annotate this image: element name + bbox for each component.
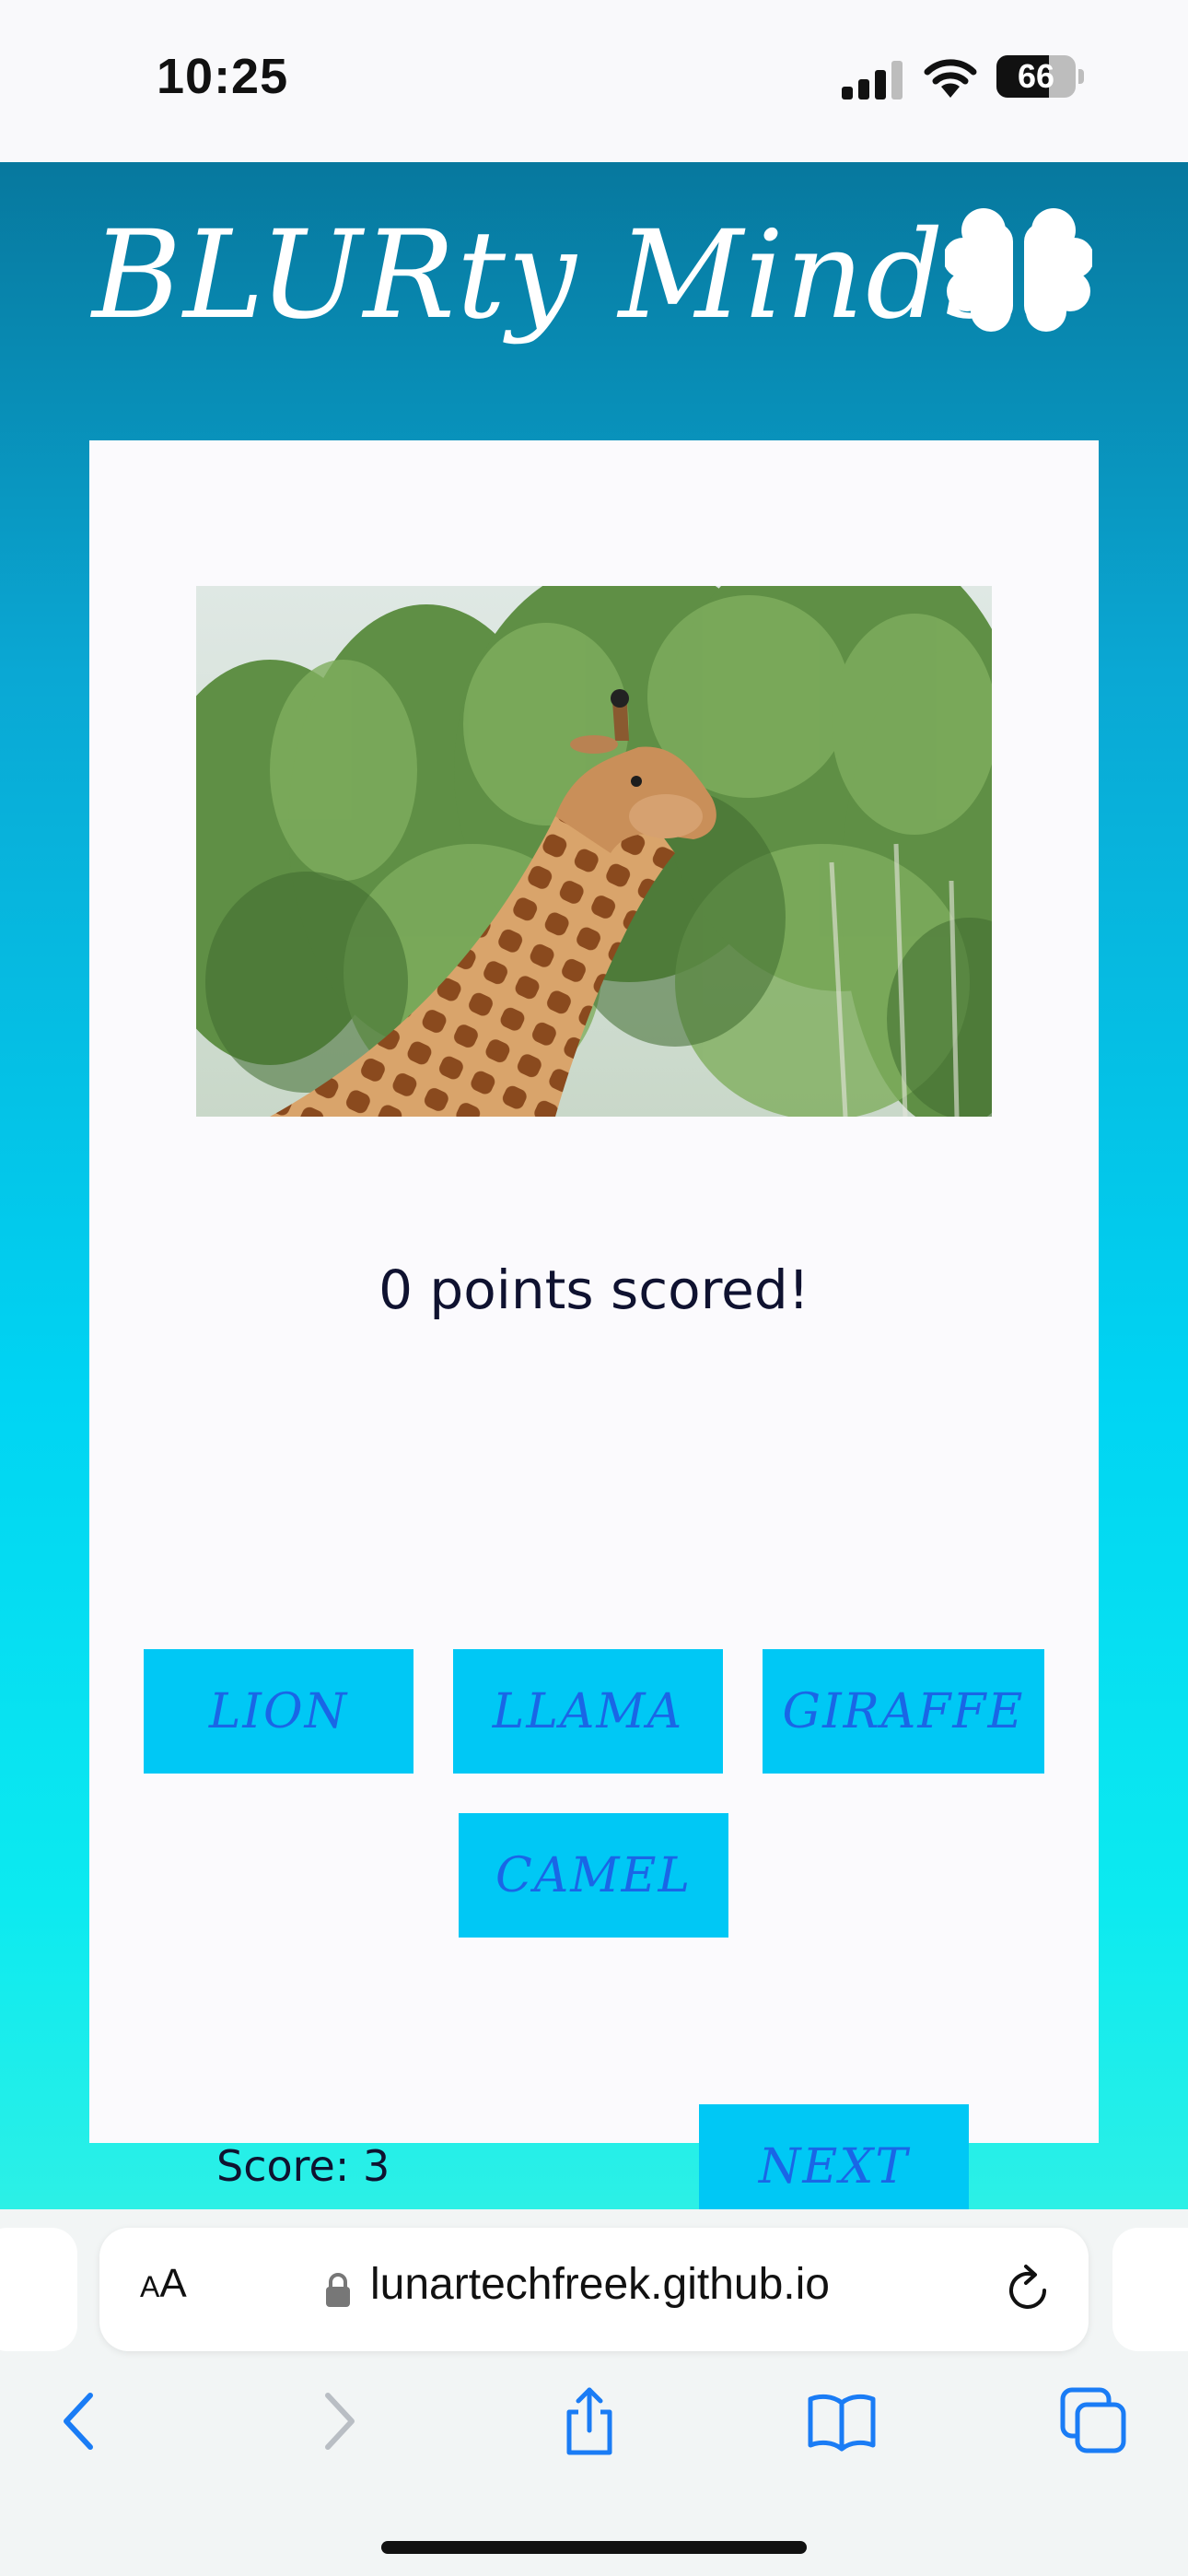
app-background: BLURty Minds 0 points scored! LION LLAMA…: [0, 162, 1188, 2229]
tabs-icon[interactable]: [1057, 2384, 1131, 2458]
reload-icon[interactable]: [1002, 2263, 1054, 2316]
url-text: lunartechfreek.github.io: [370, 2260, 830, 2309]
status-bar: 10:25 66: [0, 0, 1188, 162]
share-icon[interactable]: [553, 2384, 626, 2458]
answer-button-lion[interactable]: LION: [144, 1649, 413, 1774]
text-size-button[interactable]: AA: [140, 2261, 187, 2307]
app-title: BLURty Minds: [92, 205, 1010, 346]
brain-icon: [945, 208, 1092, 332]
answer-button-giraffe[interactable]: GIRAFFE: [763, 1649, 1044, 1774]
lock-icon: [326, 2273, 350, 2307]
answer-button-camel[interactable]: CAMEL: [459, 1813, 728, 1938]
quiz-card: 0 points scored! LION LLAMA GIRAFFE CAME…: [89, 440, 1099, 2229]
bookmarks-icon[interactable]: [805, 2384, 879, 2458]
quiz-image: [196, 586, 992, 1117]
forward-icon[interactable]: [300, 2384, 374, 2458]
giraffe-photo: [196, 586, 992, 1117]
score-message: 0 points scored!: [379, 1259, 809, 1321]
score-counter: Score: 3: [216, 2141, 390, 2191]
wifi-icon: [924, 59, 977, 98]
previous-tab-preview[interactable]: [0, 2228, 77, 2351]
address-bar[interactable]: AA lunartechfreek.github.io: [99, 2228, 1089, 2351]
browser-toolbar: AA lunartechfreek.github.io: [0, 2209, 1188, 2576]
home-indicator[interactable]: [381, 2541, 807, 2554]
next-tab-preview[interactable]: [1112, 2228, 1188, 2351]
battery-icon: 66: [996, 55, 1085, 98]
answer-button-llama[interactable]: LLAMA: [453, 1649, 723, 1774]
signal-icon: [842, 61, 903, 100]
status-time: 10:25: [157, 49, 289, 104]
battery-level: 66: [1017, 57, 1055, 95]
back-icon[interactable]: [44, 2384, 118, 2458]
